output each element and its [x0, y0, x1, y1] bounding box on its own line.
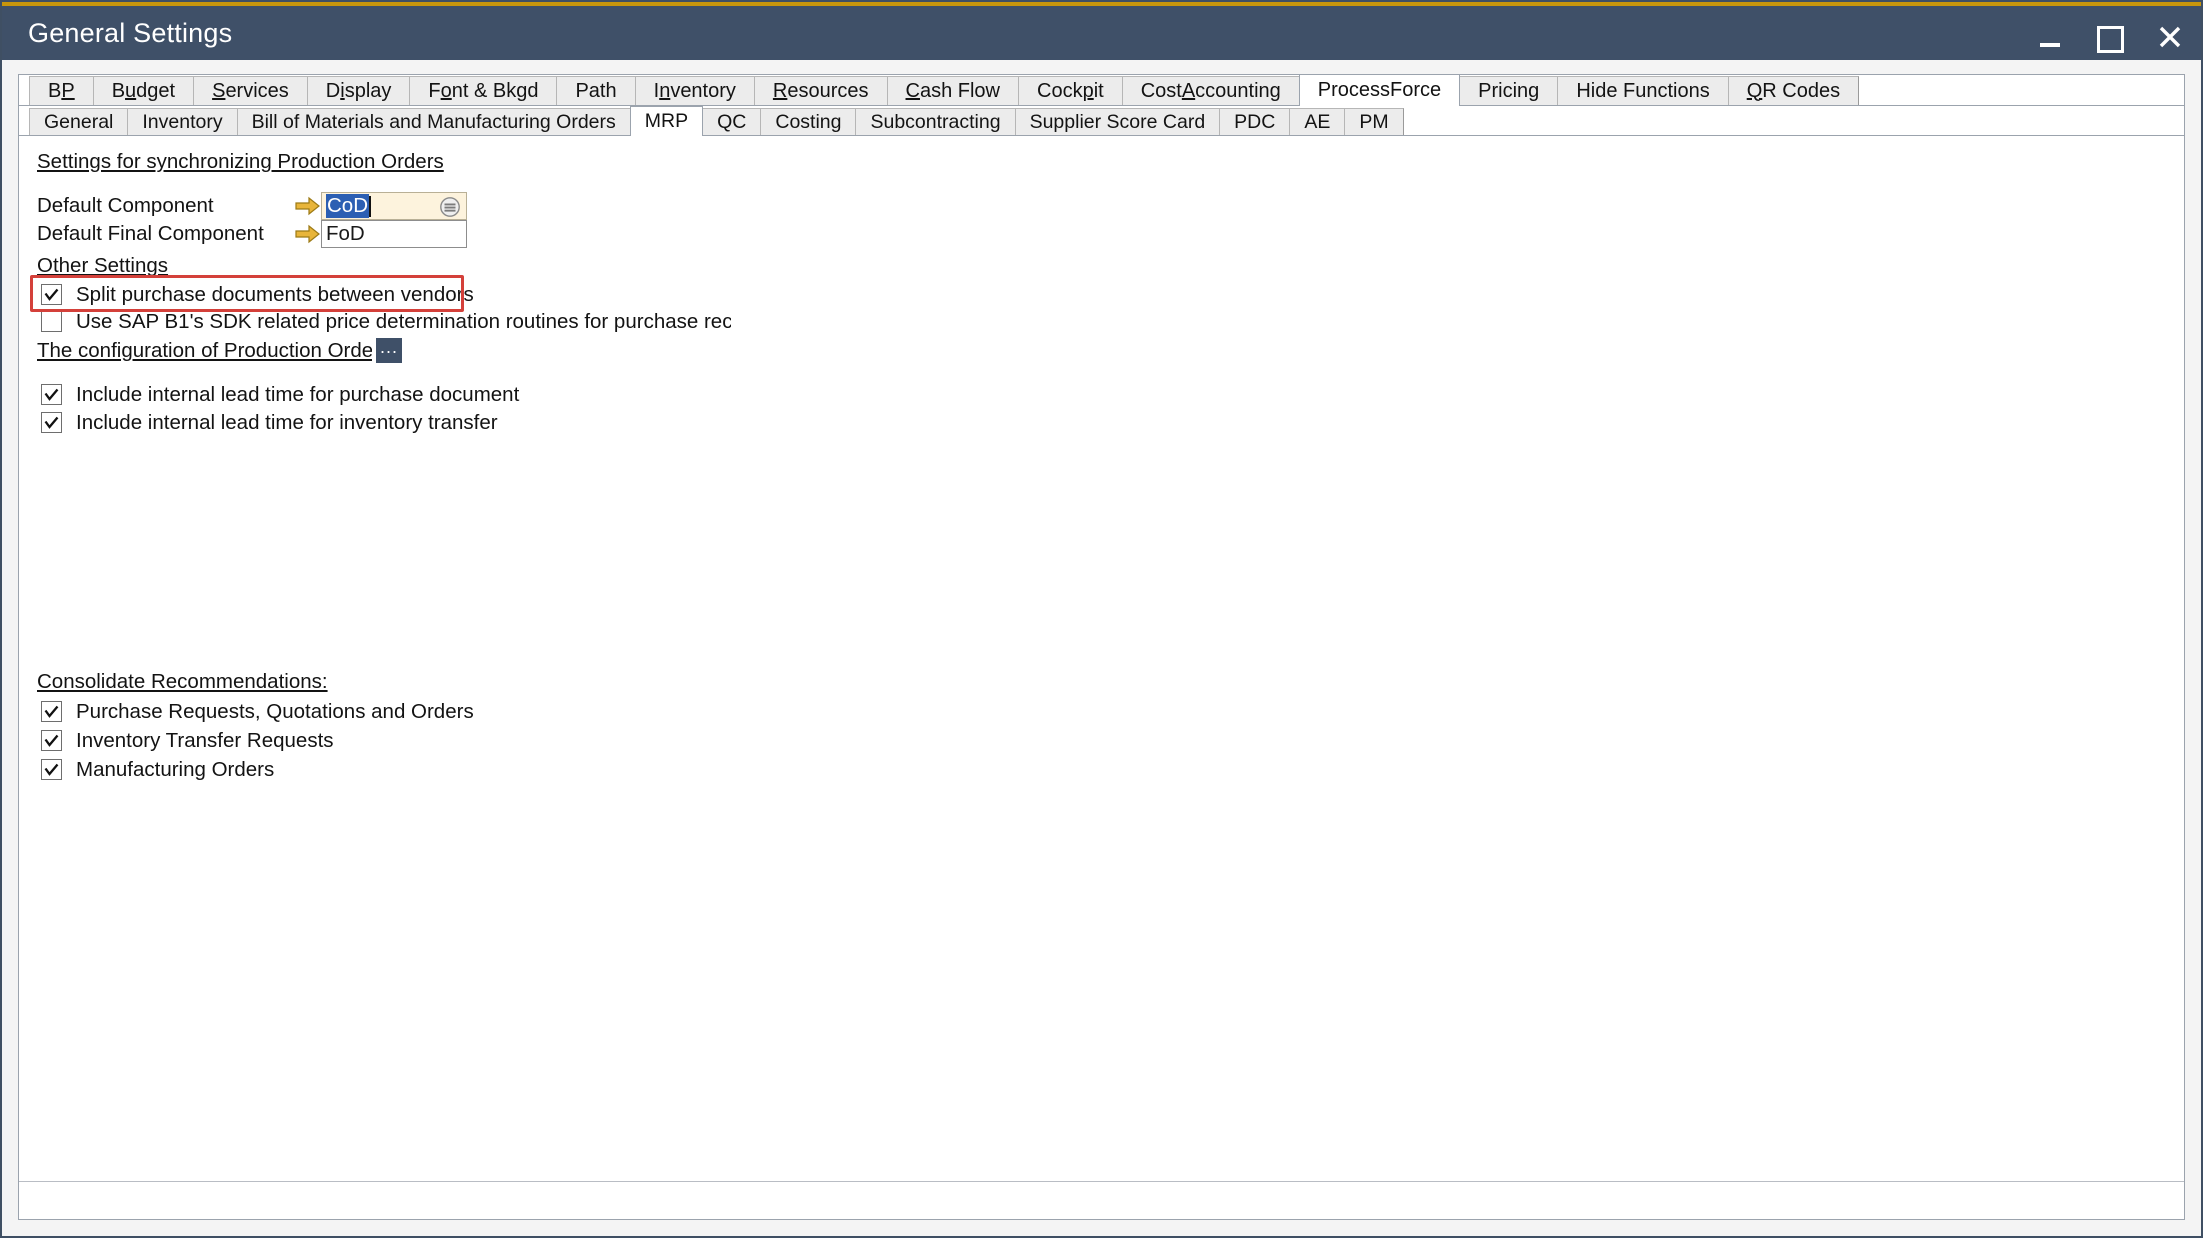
- mrp-settings-content: Settings for synchronizing Production Or…: [19, 136, 2184, 1218]
- consolidate-inventory-transfer-label: Inventory Transfer Requests: [76, 729, 334, 753]
- link-arrow-icon[interactable]: [295, 224, 321, 244]
- link-arrow-icon[interactable]: [295, 196, 321, 216]
- tab-bp[interactable]: BP: [29, 76, 94, 105]
- default-component-input[interactable]: CoD: [321, 192, 467, 220]
- primary-tab-bar: BP Budget Services Display Font & Bkgd P…: [19, 75, 2184, 106]
- include-lead-time-purchase-row[interactable]: Include internal lead time for purchase …: [41, 381, 519, 408]
- tab-processforce[interactable]: ProcessForce: [1299, 74, 1460, 106]
- tab-hide-functions[interactable]: Hide Functions: [1557, 76, 1728, 105]
- default-component-label: Default Component: [37, 194, 295, 218]
- tab-font-bkgd[interactable]: Font & Bkgd: [409, 76, 557, 105]
- sync-orders-heading: Settings for synchronizing Production Or…: [37, 150, 444, 174]
- tab-inventory[interactable]: Inventory: [635, 76, 755, 105]
- sdk-price-determination-row[interactable]: Use SAP B1's SDK related price determina…: [41, 308, 731, 335]
- default-final-component-label: Default Final Component: [37, 222, 295, 246]
- window-client-area: BP Budget Services Display Font & Bkgd P…: [2, 60, 2201, 1236]
- window-title: General Settings: [28, 18, 232, 49]
- tab-cockpit[interactable]: Cockpit: [1018, 76, 1123, 105]
- consolidate-purchase-requests-label: Purchase Requests, Quotations and Orders: [76, 700, 474, 724]
- include-lead-time-purchase-label: Include internal lead time for purchase …: [76, 383, 519, 407]
- consolidate-recommendations-heading: Consolidate Recommendations:: [37, 670, 328, 694]
- default-final-component-input[interactable]: FoD: [321, 220, 467, 248]
- production-order-config-row: The configuration of Production Order se…: [37, 338, 402, 363]
- text-caret: [369, 196, 371, 217]
- choose-from-list-icon[interactable]: [439, 196, 461, 218]
- consolidate-manufacturing-orders-row[interactable]: Manufacturing Orders: [41, 756, 274, 783]
- window-titlebar: General Settings: [2, 2, 2201, 60]
- tab-qr-codes[interactable]: QR Codes: [1728, 76, 1859, 105]
- settings-panel: BP Budget Services Display Font & Bkgd P…: [18, 74, 2185, 1220]
- default-final-component-value: FoD: [326, 222, 365, 246]
- production-order-config-link[interactable]: The configuration of Production Order se…: [37, 339, 372, 363]
- close-icon[interactable]: [2153, 20, 2187, 54]
- tab-resources[interactable]: Resources: [754, 76, 888, 105]
- subtab-ae[interactable]: AE: [1289, 108, 1345, 135]
- sdk-price-determination-checkbox[interactable]: [41, 311, 62, 332]
- consolidate-inventory-transfer-checkbox[interactable]: [41, 730, 62, 751]
- subtab-bom-manufacturing-orders[interactable]: Bill of Materials and Manufacturing Orde…: [237, 108, 631, 135]
- window-controls: [2033, 10, 2187, 64]
- consolidate-purchase-requests-checkbox[interactable]: [41, 701, 62, 722]
- consolidate-manufacturing-orders-label: Manufacturing Orders: [76, 758, 274, 782]
- tab-budget[interactable]: Budget: [93, 76, 194, 105]
- default-component-value: CoD: [326, 194, 369, 218]
- subtab-costing[interactable]: Costing: [760, 108, 856, 135]
- minimize-icon[interactable]: [2033, 20, 2067, 54]
- tab-services[interactable]: Services: [193, 76, 308, 105]
- include-lead-time-transfer-row[interactable]: Include internal lead time for inventory…: [41, 409, 498, 436]
- subtab-general[interactable]: General: [29, 108, 128, 135]
- default-component-row: Default Component CoD: [37, 192, 467, 220]
- subtab-pdc[interactable]: PDC: [1219, 108, 1290, 135]
- tab-cash-flow[interactable]: Cash Flow: [887, 76, 1019, 105]
- consolidate-manufacturing-orders-checkbox[interactable]: [41, 759, 62, 780]
- subtab-supplier-score-card[interactable]: Supplier Score Card: [1015, 108, 1221, 135]
- default-final-component-row: Default Final Component FoD: [37, 220, 467, 248]
- include-lead-time-transfer-label: Include internal lead time for inventory…: [76, 411, 498, 435]
- window-footer: [2, 1176, 2201, 1236]
- subtab-inventory[interactable]: Inventory: [127, 108, 237, 135]
- sdk-price-determination-label: Use SAP B1's SDK related price determina…: [76, 310, 731, 334]
- subtab-subcontracting[interactable]: Subcontracting: [855, 108, 1015, 135]
- consolidate-purchase-requests-row[interactable]: Purchase Requests, Quotations and Orders: [41, 698, 474, 725]
- tab-path[interactable]: Path: [556, 76, 635, 105]
- other-settings-heading: Other Settings: [37, 254, 168, 278]
- subtab-qc[interactable]: QC: [702, 108, 761, 135]
- tab-display[interactable]: Display: [307, 76, 411, 105]
- mrp-settings-inner: Settings for synchronizing Production Or…: [19, 136, 2184, 1218]
- split-purchase-docs-label: Split purchase documents between vendors: [76, 283, 474, 307]
- tab-pricing[interactable]: Pricing: [1459, 76, 1558, 105]
- include-lead-time-purchase-checkbox[interactable]: [41, 384, 62, 405]
- maximize-icon[interactable]: [2093, 20, 2127, 54]
- split-purchase-docs-row[interactable]: Split purchase documents between vendors: [41, 281, 474, 308]
- subtab-mrp[interactable]: MRP: [630, 106, 703, 136]
- general-settings-window: General Settings BP Budget Services Disp…: [0, 0, 2203, 1238]
- include-lead-time-transfer-checkbox[interactable]: [41, 412, 62, 433]
- split-purchase-docs-checkbox[interactable]: [41, 284, 62, 305]
- consolidate-inventory-transfer-row[interactable]: Inventory Transfer Requests: [41, 727, 334, 754]
- browse-settings-button[interactable]: ...: [376, 338, 402, 363]
- subtab-pm[interactable]: PM: [1344, 108, 1403, 135]
- tab-cost-accounting[interactable]: Cost Accounting: [1122, 76, 1300, 105]
- secondary-tab-bar: General Inventory Bill of Materials and …: [19, 106, 2184, 136]
